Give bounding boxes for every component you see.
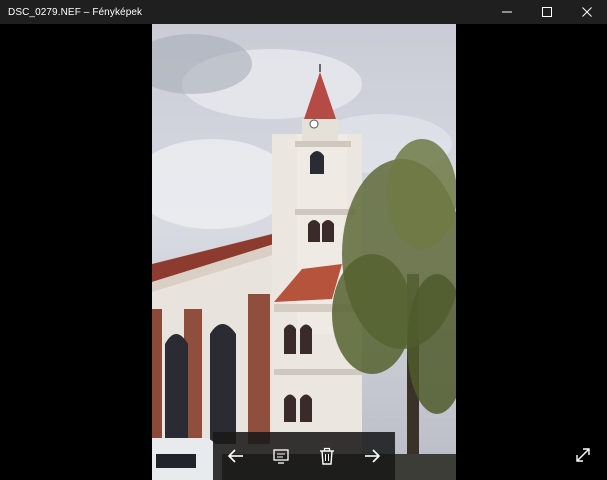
arrow-right-icon: [365, 449, 381, 463]
delete-icon: [319, 447, 334, 465]
photo[interactable]: [152, 24, 456, 480]
title-bar: DSC_0279.NEF – Fényképek: [0, 0, 607, 24]
minimize-icon: [502, 11, 512, 13]
close-button[interactable]: [567, 0, 607, 24]
church-photo: [152, 24, 456, 480]
arrow-left-icon: [227, 449, 243, 463]
maximize-icon: [542, 7, 552, 17]
window-controls: [487, 0, 607, 24]
delete-button[interactable]: [307, 436, 347, 476]
slideshow-button[interactable]: [261, 436, 301, 476]
previous-button[interactable]: [216, 436, 256, 476]
fullscreen-button[interactable]: [568, 440, 598, 470]
minimize-button[interactable]: [487, 0, 527, 24]
expand-icon: [576, 448, 590, 462]
photo-toolbar: [213, 432, 395, 480]
slideshow-icon: [273, 449, 289, 464]
maximize-button[interactable]: [527, 0, 567, 24]
window-title: DSC_0279.NEF – Fényképek: [8, 6, 143, 18]
close-icon: [582, 7, 592, 17]
next-button[interactable]: [352, 436, 392, 476]
